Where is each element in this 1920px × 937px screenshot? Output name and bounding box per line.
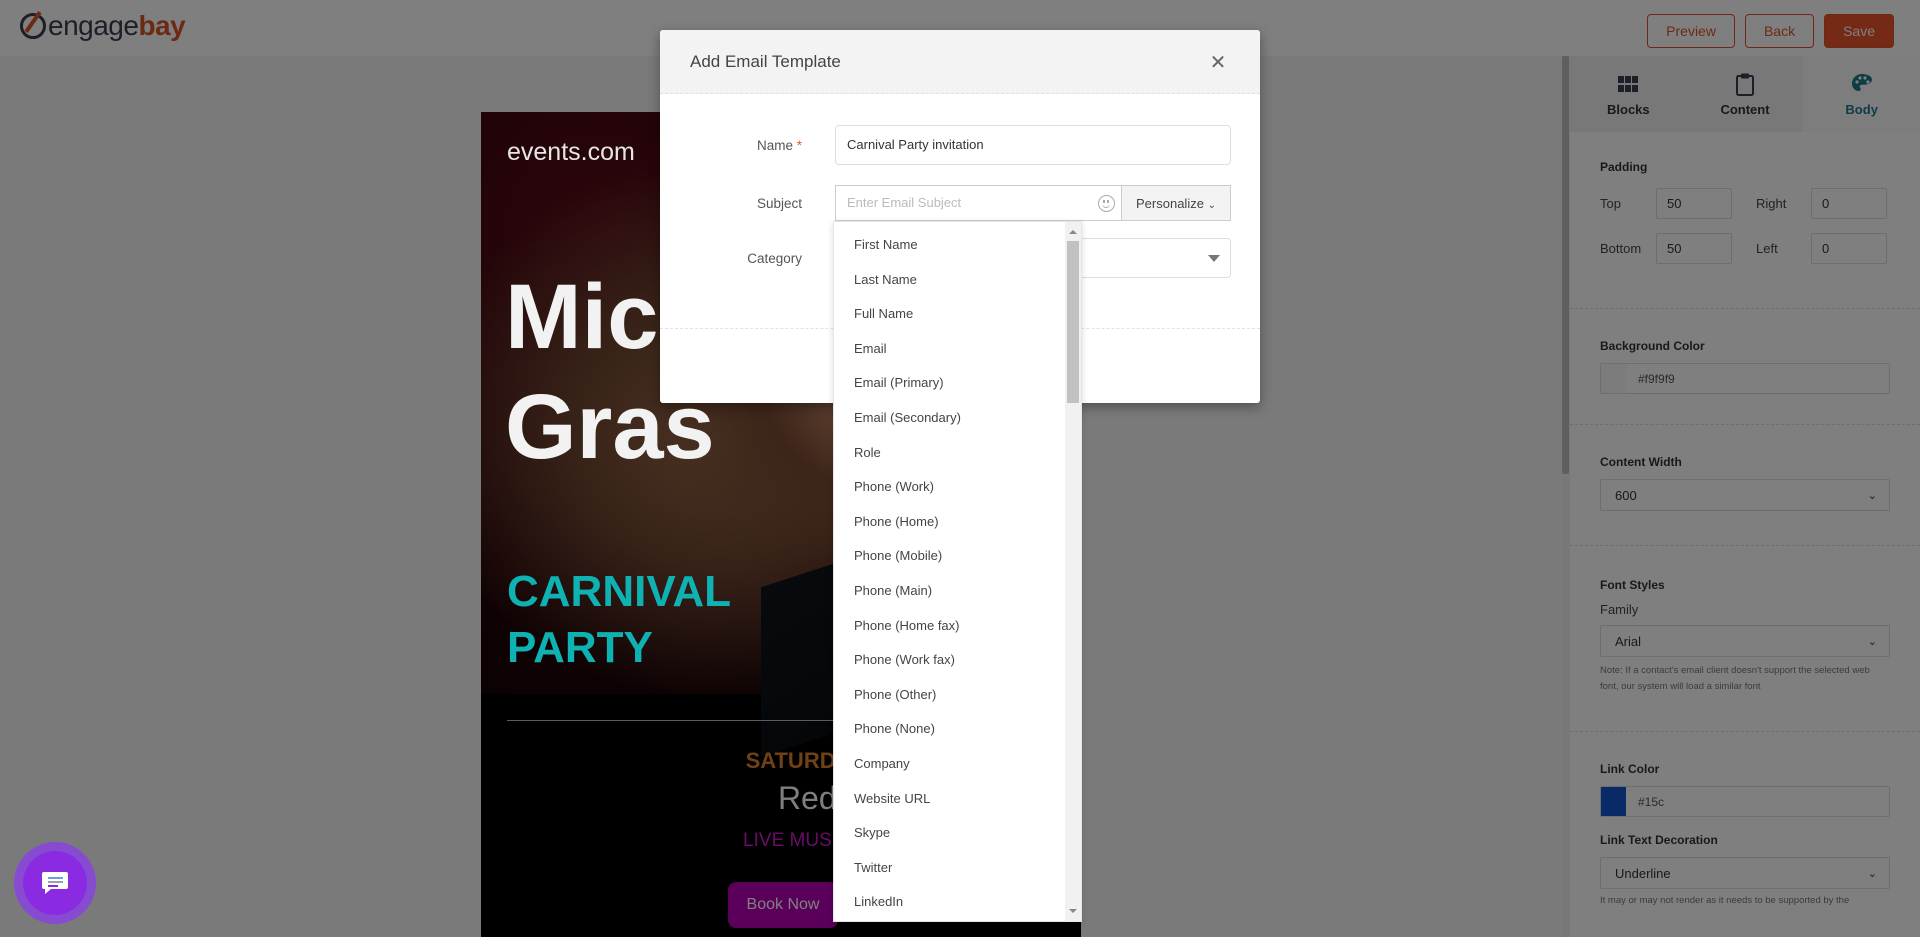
personalize-option[interactable]: Phone (Work)	[834, 470, 1081, 505]
chat-widget-inner	[23, 851, 87, 915]
dropdown-scrollbar-thumb[interactable]	[1067, 241, 1079, 403]
personalize-label: Personalize	[1136, 195, 1204, 211]
hero-subtitle-line2: PARTY	[507, 623, 653, 672]
hero-title-line1: Mic	[505, 266, 659, 368]
personalize-option[interactable]: Phone (None)	[834, 712, 1081, 747]
dropdown-scrollbar[interactable]	[1065, 222, 1081, 921]
personalize-option[interactable]: Phone (Work fax)	[834, 643, 1081, 678]
personalize-option[interactable]: Website URL	[834, 782, 1081, 817]
name-row: Name * Carnival Party invitation	[660, 125, 1231, 165]
hero-subtitle-line1: CARNIVAL	[507, 567, 732, 616]
subject-placeholder: Enter Email Subject	[847, 195, 962, 210]
personalize-option[interactable]: Skype	[834, 816, 1081, 851]
personalize-option[interactable]: Email (Primary)	[834, 366, 1081, 401]
scroll-down-icon[interactable]	[1069, 909, 1077, 913]
caret-down-icon	[1208, 255, 1220, 262]
chat-bubble-icon	[42, 872, 68, 894]
personalize-dropdown: First Name Last Name Full Name Email Email (…	[833, 221, 1082, 922]
subject-input[interactable]: Enter Email Subject	[835, 185, 1121, 221]
modal-header: Add Email Template ✕	[660, 30, 1260, 94]
personalize-option[interactable]: Email (Secondary)	[834, 401, 1081, 436]
personalize-option[interactable]: Company	[834, 747, 1081, 782]
personalize-option[interactable]: Phone (Home)	[834, 505, 1081, 540]
required-mark: *	[796, 137, 802, 153]
personalize-option[interactable]: Twitter	[834, 851, 1081, 886]
personalize-option[interactable]: LinkedIn	[834, 885, 1081, 920]
name-input[interactable]: Carnival Party invitation	[835, 125, 1231, 165]
subject-label: Subject	[756, 195, 802, 211]
personalize-option[interactable]: Full Name	[834, 297, 1081, 332]
personalize-option[interactable]: First Name	[834, 228, 1081, 263]
subject-row: Subject Enter Email Subject Personalize …	[660, 185, 1231, 221]
hero-subtitle: CARNIVAL PARTY	[507, 564, 731, 676]
personalize-option[interactable]: Phone (Home fax)	[834, 609, 1081, 644]
name-label-text: Name	[756, 137, 793, 153]
email-logo-text: events.com	[507, 138, 635, 166]
scroll-up-icon[interactable]	[1069, 230, 1077, 234]
close-icon[interactable]: ✕	[1206, 50, 1230, 74]
personalize-option[interactable]: Last Name	[834, 263, 1081, 298]
modal-title: Add Email Template	[690, 51, 841, 71]
personalize-option[interactable]: Phone (Other)	[834, 678, 1081, 713]
hero-title: Mic Gras	[505, 262, 715, 482]
hero-title-line2: Gras	[505, 376, 715, 478]
emoji-icon[interactable]	[1098, 195, 1115, 212]
personalize-option[interactable]: Role	[834, 436, 1081, 471]
name-label: Name *	[660, 138, 802, 153]
personalize-option[interactable]: Email	[834, 332, 1081, 367]
personalize-options-list: First Name Last Name Full Name Email Email (…	[834, 222, 1081, 920]
chevron-down-icon: ⌄	[1207, 199, 1216, 211]
personalize-button[interactable]: Personalize ⌄	[1121, 185, 1231, 221]
personalize-option[interactable]: Phone (Main)	[834, 574, 1081, 609]
chat-widget-button[interactable]	[14, 842, 96, 924]
subject-group: Enter Email Subject Personalize ⌄	[835, 185, 1231, 221]
personalize-option[interactable]: Phone (Mobile)	[834, 539, 1081, 574]
